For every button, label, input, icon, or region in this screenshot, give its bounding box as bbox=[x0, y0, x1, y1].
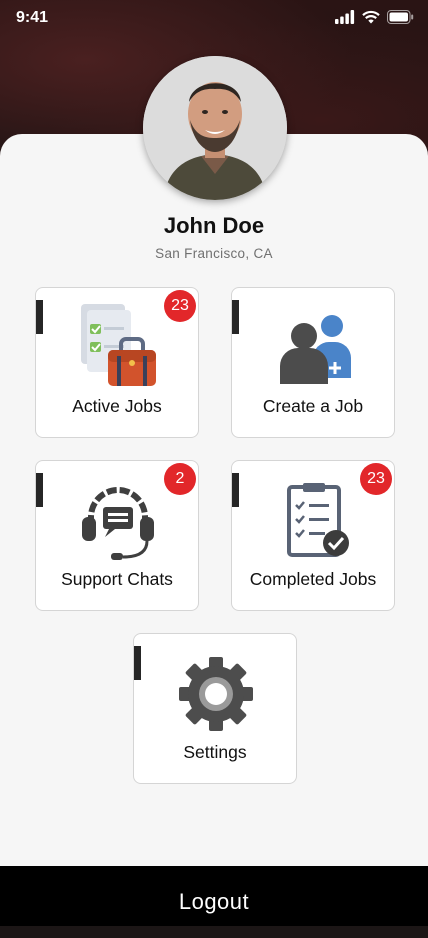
logout-button[interactable]: Logout bbox=[0, 866, 428, 926]
status-bar: 9:41 bbox=[0, 0, 428, 36]
completed-jobs-badge: 23 bbox=[360, 463, 392, 495]
tile-label: Support Chats bbox=[61, 569, 173, 589]
tile-completed-jobs[interactable]: 23 Completed Jobs bbox=[231, 460, 395, 611]
tile-accent-tab bbox=[36, 300, 43, 334]
tile-create-job[interactable]: Create a Job bbox=[231, 287, 395, 438]
tile-label: Create a Job bbox=[262, 396, 364, 416]
battery-icon bbox=[387, 10, 414, 24]
avatar[interactable] bbox=[143, 56, 287, 200]
tile-support-chats[interactable]: 2 Support Chats bbox=[35, 460, 199, 611]
wifi-icon bbox=[362, 10, 380, 24]
tile-label: Completed Jobs bbox=[249, 569, 377, 589]
tile-accent-tab bbox=[36, 473, 43, 507]
profile-name: John Doe bbox=[163, 213, 265, 238]
tile-accent-tab bbox=[134, 646, 141, 680]
add-user-icon bbox=[280, 315, 351, 384]
briefcase-checklist-icon bbox=[81, 304, 156, 386]
support-chats-badge: 2 bbox=[164, 463, 196, 495]
tile-accent-tab bbox=[232, 300, 239, 334]
signal-icon bbox=[335, 10, 355, 24]
gear-icon bbox=[179, 657, 253, 731]
tile-label: Settings bbox=[183, 742, 247, 762]
tile-settings[interactable]: Settings bbox=[133, 633, 297, 784]
status-time: 9:41 bbox=[16, 9, 49, 26]
clipboard-check-icon bbox=[287, 483, 349, 557]
avatar-photo bbox=[143, 56, 287, 200]
tile-label: Active Jobs bbox=[72, 396, 162, 416]
tile-accent-tab bbox=[232, 473, 239, 507]
profile-location: San Francisco, CA bbox=[155, 246, 273, 261]
tile-active-jobs[interactable]: 23 Active Jobs bbox=[35, 287, 199, 438]
active-jobs-badge: 23 bbox=[164, 290, 196, 322]
headset-chat-icon bbox=[82, 487, 154, 560]
